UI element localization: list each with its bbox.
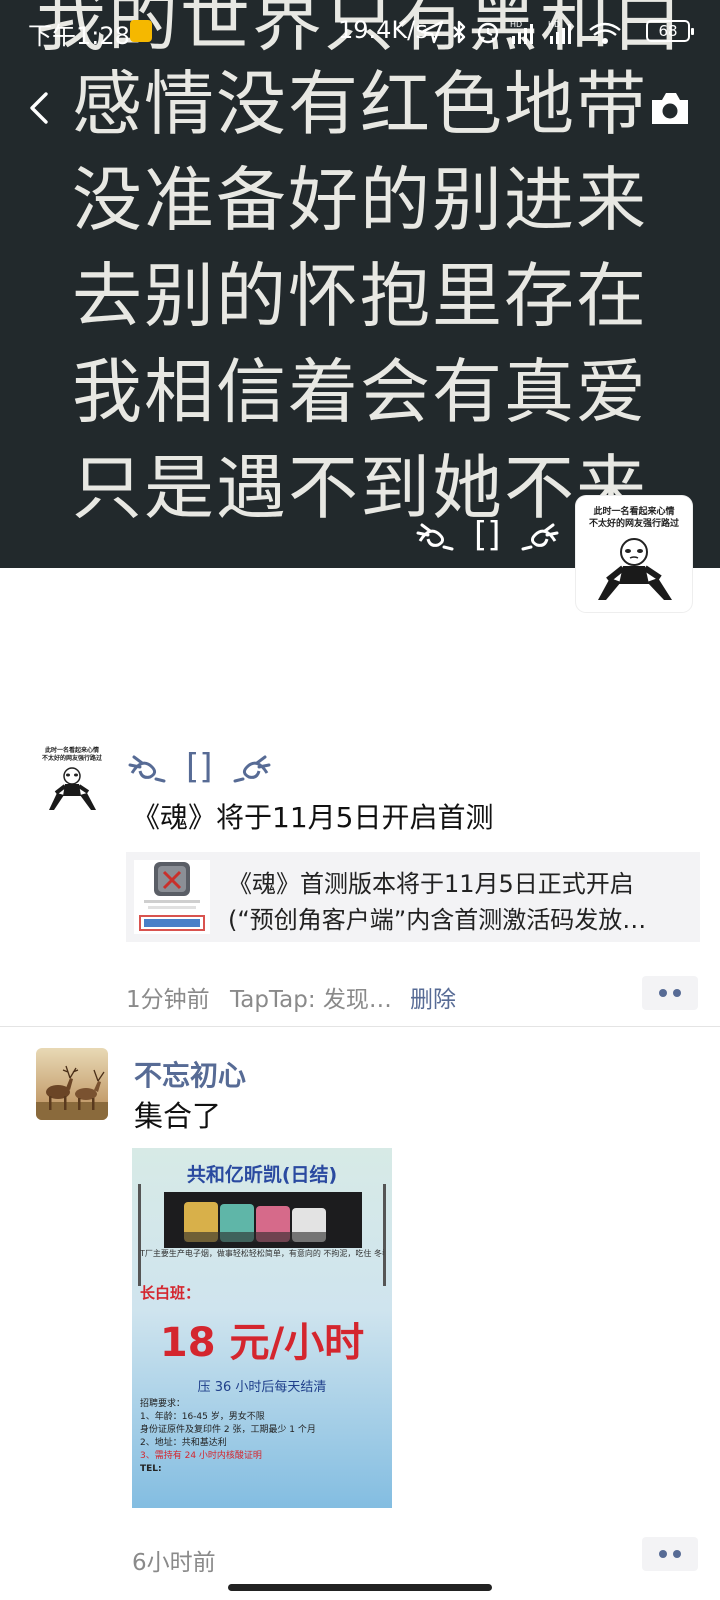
divider <box>0 1026 720 1027</box>
post-text: 《魂》将于11月5日开启首测 <box>132 801 494 834</box>
dot-icon <box>673 989 681 997</box>
swirl-icon <box>416 523 454 551</box>
post-source[interactable]: TapTap: 发现… <box>230 980 392 1014</box>
camera-button[interactable] <box>648 88 692 128</box>
profile-name-bracket: [] <box>474 515 501 555</box>
status-bar: 下午1:28 19.4K/s HD HD 68 <box>0 0 720 64</box>
link-card[interactable]: 《魂》首测版本将于11月5日正式开启 (“预创角客户端”内含首测激活码发放… <box>126 852 700 942</box>
hd-label: HD <box>510 20 522 29</box>
wifi-icon <box>589 22 621 44</box>
poster-title: 共和亿昕凯(日结) <box>186 1164 338 1186</box>
dot-icon <box>673 1550 681 1558</box>
post-avatar[interactable] <box>36 1048 108 1120</box>
signal-icon: HD <box>548 20 571 44</box>
poster-wage: 18 元/小时 <box>159 1320 365 1366</box>
location-icon <box>420 20 444 44</box>
link-title: 《魂》首测版本将于11月5日正式开启 <box>228 870 634 898</box>
link-description: (“预创角客户端”内含首测激活码发放… <box>228 906 647 934</box>
post-time: 1分钟前 <box>126 987 210 1013</box>
status-time: 下午1:28 <box>28 22 130 50</box>
profile-avatar[interactable]: 此时一名看起来心情 不太好的网友强行路过 <box>576 496 692 612</box>
link-thumbnail <box>134 860 210 934</box>
post-avatar[interactable]: 此时一名看起来心情 不太好的网友强行路过 <box>36 742 108 818</box>
dot-icon <box>659 1550 667 1558</box>
requirement-line: 招聘要求： <box>140 1399 186 1409</box>
hd-label: HD <box>548 20 560 29</box>
panda-meme-image: 此时一名看起来心情 不太好的网友强行路过 <box>589 505 679 600</box>
bluetooth-icon <box>453 20 466 44</box>
requirement-line: 2、地址：共和基达利 <box>140 1438 227 1448</box>
signal-icon: HD <box>510 20 533 44</box>
more-button[interactable] <box>642 976 698 1010</box>
game-app-icon <box>139 862 205 931</box>
camera-icon <box>652 93 688 124</box>
cover-line: 我相信着会有真爱 <box>72 351 648 433</box>
home-indicator[interactable] <box>228 1584 492 1591</box>
cover-line: 没准备好的别进来 <box>72 159 648 241</box>
avatar-caption-line: 此时一名看起来心情 <box>45 746 99 754</box>
speaker-product-photo <box>164 1192 362 1248</box>
poster-shift: 长白班： <box>140 1284 201 1302</box>
poster-requirements: 招聘要求： 1、年龄：16-45 岁，男女不限 身份证原件及复印件 2 张，工期… <box>140 1398 386 1476</box>
requirement-line: 身份证原件及复印件 2 张，工期最少 1 个月 <box>140 1425 316 1435</box>
swirl-icon <box>233 755 271 783</box>
avatar-caption-line: 此时一名看起来心情 <box>593 505 674 517</box>
network-speed: 19.4K/s <box>338 16 428 44</box>
notification-icon <box>130 20 152 42</box>
cover-image[interactable]: 我的世界只有黑和白 感情没有红色地带 没准备好的别进来 去别的怀抱里存在 我相信… <box>0 0 720 568</box>
deer-photo <box>36 1048 108 1120</box>
post-image[interactable]: 共和亿昕凯(日结) T厂主要生产电子烟，做事轻松轻松简单，有意向的 不拘泥，吃住… <box>132 1148 392 1508</box>
post-text: 集合了 <box>134 1099 222 1133</box>
dot-icon <box>659 989 667 997</box>
battery-icon: 68 <box>646 20 694 42</box>
post-time: 6小时前 <box>132 1550 216 1576</box>
profile-name[interactable]: [] <box>414 510 561 560</box>
swirl-icon <box>128 755 166 783</box>
post-author-name[interactable]: [] <box>126 744 273 790</box>
swirl-icon <box>521 523 559 551</box>
poster-description: T厂主要生产电子烟，做事轻松轻松简单，有意向的 不拘泥，吃住 冬季免费宿舍等条件 <box>140 1249 384 1258</box>
poster-settlement: 压 36 小时后每天结清 <box>197 1380 327 1395</box>
requirement-line: 1、年龄：16-45 岁，男女不限 <box>140 1412 265 1422</box>
back-button[interactable] <box>20 86 64 130</box>
chevron-left-icon <box>30 92 48 124</box>
cover-line: 去别的怀抱里存在 <box>72 255 648 337</box>
post-author-bracket: [] <box>186 747 213 787</box>
avatar-caption-line: 不太好的网友强行路过 <box>42 754 102 762</box>
requirement-line: TEL: <box>140 1464 162 1474</box>
alarm-icon <box>477 22 499 44</box>
panda-meme-image: 此时一名看起来心情 不太好的网友强行路过 <box>42 746 102 810</box>
post-author-name[interactable]: 不忘初心 <box>134 1054 246 1094</box>
requirement-line: 3、需持有 24 小时内核酸证明 <box>140 1451 262 1461</box>
delete-button[interactable]: 删除 <box>410 980 456 1014</box>
more-button[interactable] <box>642 1537 698 1571</box>
avatar-caption-line: 不太好的网友强行路过 <box>589 517 679 529</box>
